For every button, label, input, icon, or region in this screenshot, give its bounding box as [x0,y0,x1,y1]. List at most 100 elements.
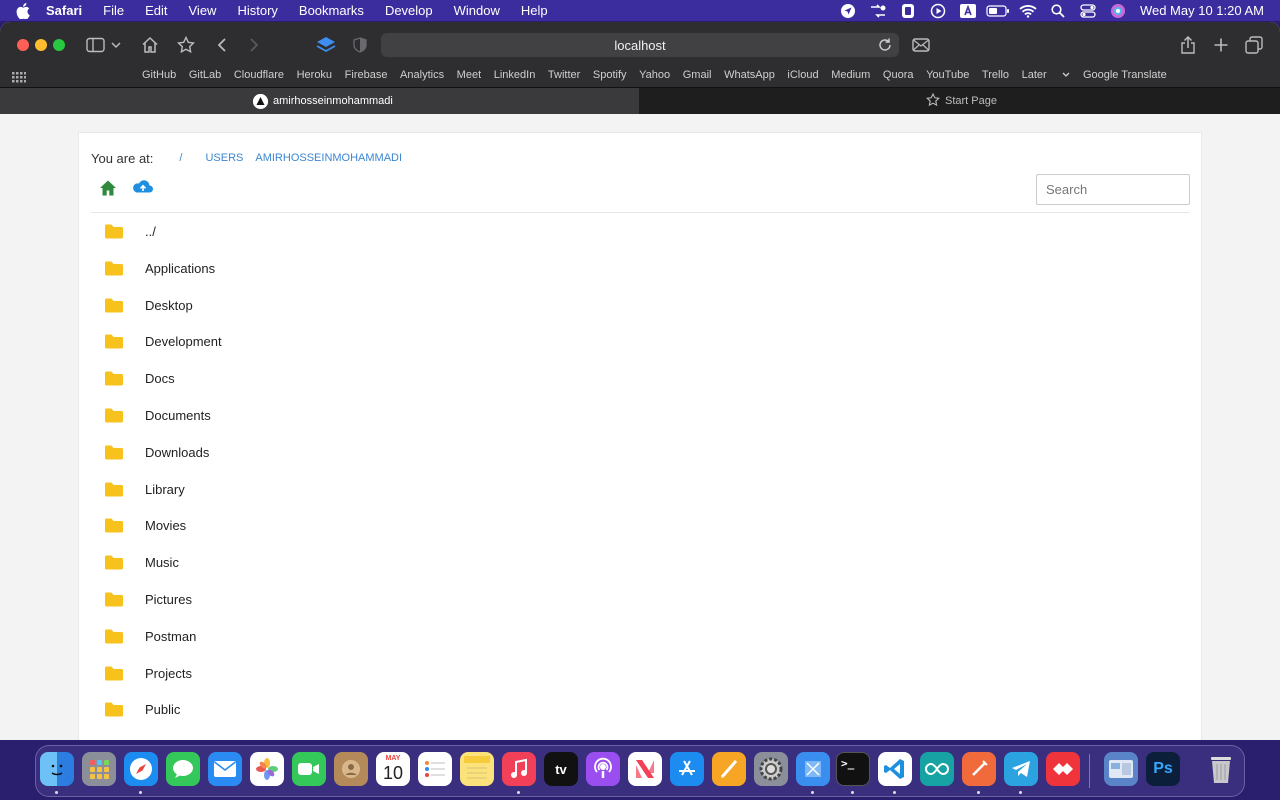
system-settings-icon[interactable] [754,752,788,786]
wifi-icon[interactable] [1016,0,1040,21]
new-tab-plus-icon[interactable] [1209,34,1233,56]
music-icon[interactable] [502,752,536,786]
podcasts-icon[interactable] [586,752,620,786]
favorite-github[interactable]: GitHub [142,69,176,81]
sidebar-toggle-icon[interactable] [84,34,108,56]
breadcrumb-users[interactable]: USERS [205,152,243,166]
list-item[interactable]: Documents [91,397,1190,434]
calendar-icon[interactable]: MAY 10 [376,752,410,786]
mail-icon[interactable] [208,752,242,786]
list-item[interactable]: Public [91,691,1190,728]
entry-name[interactable]: Downloads [145,445,209,460]
apps-grid-icon[interactable] [12,70,26,84]
spotlight-search-icon[interactable] [1046,0,1070,21]
pages-icon[interactable] [712,752,746,786]
favorite-google-translate[interactable]: Google Translate [1083,69,1167,81]
apple-tv-icon[interactable]: tv [544,752,578,786]
entry-name[interactable]: Movies [145,518,186,533]
list-item[interactable]: Docs [91,360,1190,397]
favorite-later-folder[interactable]: Later [1022,69,1071,81]
layers-extension-icon[interactable] [314,34,338,56]
notes-icon[interactable] [460,752,494,786]
list-item[interactable]: Pictures [91,581,1190,618]
list-item[interactable]: Projects [91,655,1190,692]
news-icon[interactable] [628,752,662,786]
battery-icon[interactable] [986,0,1010,21]
entry-name[interactable]: Development [145,334,222,349]
finder-icon[interactable] [40,752,74,786]
favorites-star-icon[interactable] [174,34,198,56]
menubar-clock[interactable]: Wed May 10 1:20 AM [1140,3,1264,18]
app-store-icon[interactable] [670,752,704,786]
menu-history[interactable]: History [237,3,277,18]
anydesk-icon[interactable] [1046,752,1080,786]
telegram-icon[interactable] [1004,752,1038,786]
favorite-linkedin[interactable]: LinkedIn [494,69,536,81]
entry-name[interactable]: Docs [145,371,175,386]
trash-icon[interactable] [1204,752,1238,786]
chevron-down-icon[interactable] [108,34,124,56]
shield-status-icon[interactable] [896,0,920,21]
list-item[interactable]: Downloads [91,434,1190,471]
tab-overview-icon[interactable] [1242,34,1266,56]
zoom-window-button[interactable] [53,39,65,51]
entry-name[interactable]: Postman [145,629,196,644]
favorite-spotify[interactable]: Spotify [593,69,627,81]
input-source-icon[interactable] [956,0,980,21]
menu-app-name[interactable]: Safari [46,3,82,18]
entry-name[interactable]: Library [145,482,185,497]
xcode-icon[interactable] [796,752,830,786]
favorite-heroku[interactable]: Heroku [297,69,332,81]
facetime-icon[interactable] [292,752,326,786]
search-input[interactable] [1036,174,1190,205]
favorite-trello[interactable]: Trello [982,69,1009,81]
favorite-firebase[interactable]: Firebase [345,69,388,81]
postman-icon[interactable] [962,752,996,786]
menu-view[interactable]: View [189,3,217,18]
favorite-gitlab[interactable]: GitLab [189,69,221,81]
favorite-quora[interactable]: Quora [883,69,914,81]
entry-name[interactable]: Desktop [145,298,193,313]
list-item[interactable]: Library [91,471,1190,508]
menu-edit[interactable]: Edit [145,3,167,18]
arduino-icon[interactable] [920,752,954,786]
favorite-whatsapp[interactable]: WhatsApp [724,69,775,81]
favorite-yahoo[interactable]: Yahoo [639,69,670,81]
list-item[interactable]: Development [91,323,1190,360]
entry-name[interactable]: Projects [145,666,192,681]
address-bar[interactable]: localhost [381,33,899,57]
entry-name[interactable]: ../ [145,224,156,239]
menu-develop[interactable]: Develop [385,3,433,18]
preview-window-icon[interactable] [1104,752,1138,786]
terminal-icon[interactable]: >_ [836,752,870,786]
tab-start-page[interactable]: Start Page [640,88,1280,114]
forward-arrow-icon[interactable] [242,34,266,56]
close-window-button[interactable] [17,39,29,51]
mail-envelope-icon[interactable] [909,34,933,56]
list-item[interactable]: Music [91,544,1190,581]
menu-help[interactable]: Help [521,3,548,18]
favorite-icloud[interactable]: iCloud [787,69,818,81]
menu-bookmarks[interactable]: Bookmarks [299,3,364,18]
entry-name[interactable]: Applications [145,261,215,276]
home-toolbar-icon[interactable] [138,34,162,56]
breadcrumb-root[interactable]: / [179,152,182,166]
favorite-gmail[interactable]: Gmail [683,69,712,81]
favorite-cloudflare[interactable]: Cloudflare [234,69,284,81]
entry-name[interactable]: Documents [145,408,211,423]
control-center-icon[interactable] [1076,0,1100,21]
reminders-icon[interactable] [418,752,452,786]
favorite-analytics[interactable]: Analytics [400,69,444,81]
share-icon[interactable] [1176,34,1200,56]
photos-icon[interactable] [250,752,284,786]
back-arrow-icon[interactable] [210,34,234,56]
play-circle-icon[interactable] [926,0,950,21]
entry-name[interactable]: Music [145,555,179,570]
list-item[interactable]: Movies [91,507,1190,544]
network-activity-icon[interactable] [866,0,890,21]
siri-icon[interactable] [1106,0,1130,21]
list-item[interactable]: Postman [91,618,1190,655]
favorite-youtube[interactable]: YouTube [926,69,969,81]
list-item[interactable]: Desktop [91,287,1190,324]
breadcrumb-user-folder[interactable]: AMIRHOSSEINMOHAMMADI [255,152,402,166]
